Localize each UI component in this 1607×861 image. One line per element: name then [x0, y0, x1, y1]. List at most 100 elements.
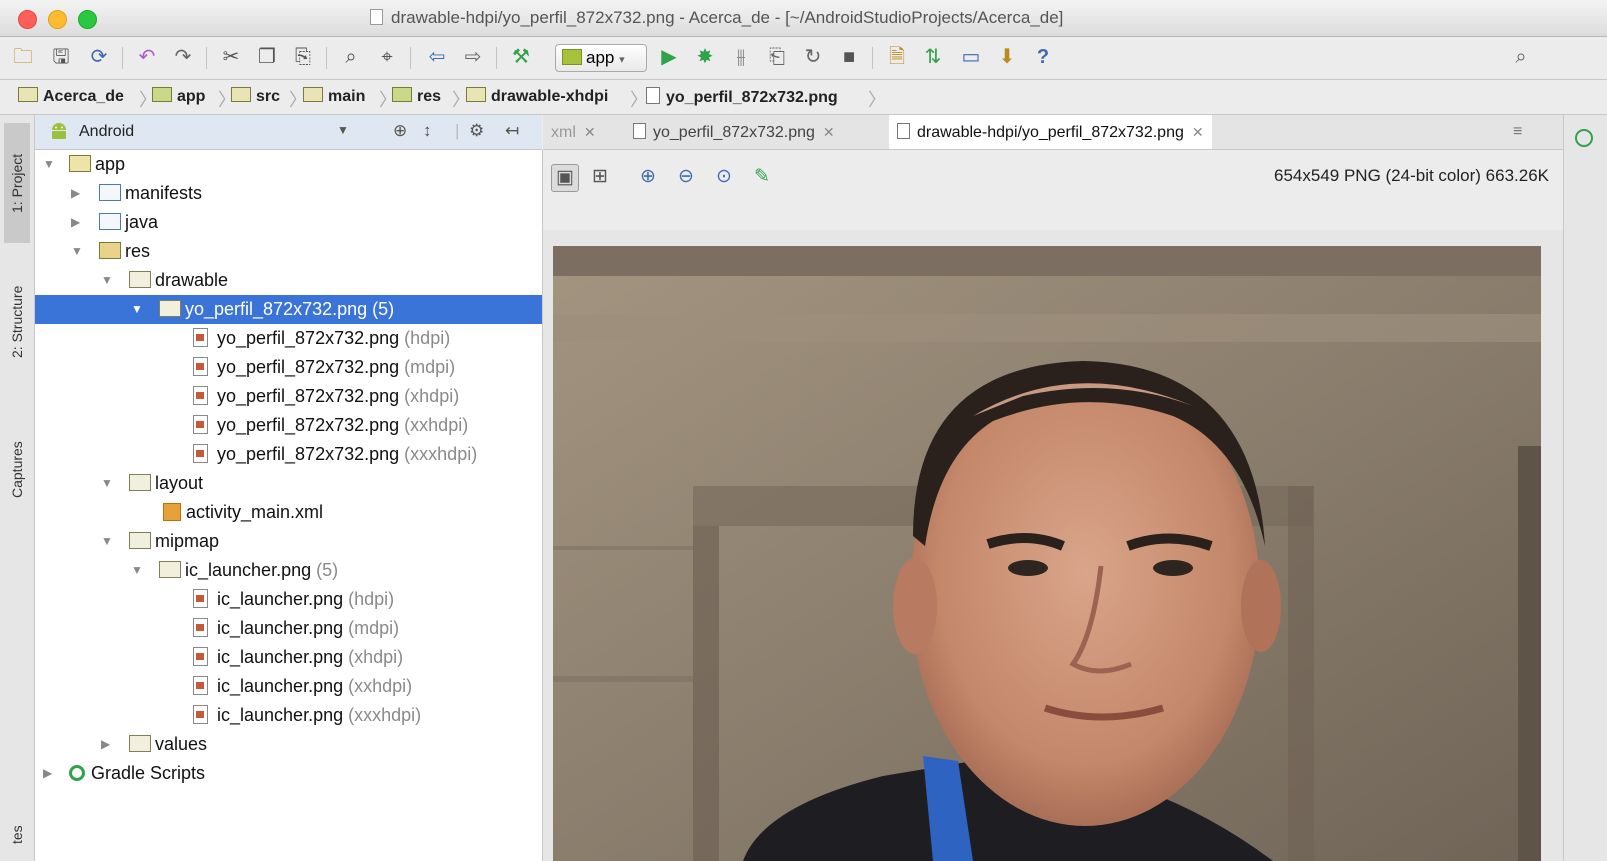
tab-drawable-hdpi-yo-perfil[interactable]: drawable-hdpi/yo_perfil_872x732.png ✕	[889, 115, 1212, 149]
document-icon	[370, 9, 383, 25]
hide-panel-icon[interactable]: ↤	[505, 121, 519, 141]
tree-node-file[interactable]: ic_launcher.png (xxhdpi)	[35, 672, 542, 701]
collapse-all-icon[interactable]: ↕	[423, 121, 432, 141]
tree-node-activity-main[interactable]: activity_main.xml	[35, 498, 542, 527]
breadcrumb-res[interactable]: res	[392, 87, 441, 107]
scroll-from-source-icon[interactable]: ⊕	[393, 121, 407, 141]
make-project-icon[interactable]: ⚒	[508, 45, 534, 69]
breadcrumb-project[interactable]: Acerca_de	[18, 87, 124, 107]
undo-icon[interactable]: ↶	[134, 45, 160, 69]
tree-node-java[interactable]: ▶ java	[35, 208, 542, 237]
collapsed-arrow-icon[interactable]: ▶	[71, 208, 80, 237]
stop-icon[interactable]: ■	[836, 45, 862, 69]
module-folder-icon	[152, 87, 172, 102]
tree-node-file[interactable]: ic_launcher.png (hdpi)	[35, 585, 542, 614]
zoom-window-button[interactable]	[78, 10, 97, 29]
color-picker-icon[interactable]: ✎	[749, 164, 775, 190]
chevron-right-icon: 〉	[868, 90, 886, 110]
navigation-breadcrumb: Acerca_de 〉 app 〉 src 〉 main 〉 res 〉 dra…	[0, 80, 1607, 115]
toggle-transparency-icon[interactable]: ▣	[551, 164, 579, 192]
zoom-in-icon[interactable]: ⊕	[635, 164, 661, 190]
expanded-arrow-icon[interactable]: ▼	[131, 295, 143, 324]
breadcrumb-main[interactable]: main	[303, 87, 365, 107]
close-tab-icon[interactable]: ✕	[584, 124, 596, 140]
tree-node-gradle-scripts[interactable]: ▶ Gradle Scripts	[35, 759, 542, 788]
breadcrumb-module[interactable]: app	[152, 87, 205, 107]
paste-icon[interactable]: ⎘	[290, 45, 316, 69]
chevron-down-icon[interactable]: ▼	[337, 123, 349, 137]
gradle-sync-icon[interactable]: ⇅	[920, 45, 946, 69]
breadcrumb-src[interactable]: src	[231, 87, 280, 107]
collapsed-arrow-icon[interactable]: ▶	[101, 730, 110, 759]
folder-icon	[303, 87, 323, 102]
project-tool-tab[interactable]: 1: Project	[4, 123, 30, 243]
device-monitor-icon[interactable]: ⬇	[994, 45, 1020, 69]
tree-node-mipmap[interactable]: ▼ mipmap	[35, 527, 542, 556]
sdk-manager-icon[interactable]: 🗎	[884, 45, 910, 69]
tab-list-icon[interactable]: ≡	[1505, 115, 1530, 149]
search-everywhere-icon[interactable]: ⌕	[1508, 45, 1534, 69]
breadcrumb-drawable-xhdpi[interactable]: drawable-xhdpi	[466, 87, 608, 107]
save-all-icon[interactable]: 🖫	[48, 45, 74, 69]
collapsed-arrow-icon[interactable]: ▶	[71, 179, 80, 208]
tree-node-file[interactable]: ic_launcher.png (xxxhdpi)	[35, 701, 542, 730]
tree-node-ic-launcher-group[interactable]: ▼ ic_launcher.png (5)	[35, 556, 542, 585]
tree-node-file[interactable]: yo_perfil_872x732.png (xxxhdpi)	[35, 440, 542, 469]
breadcrumb-file[interactable]: yo_perfil_872x732.png	[646, 87, 838, 107]
copy-icon[interactable]: ❐	[254, 45, 280, 69]
find-icon[interactable]: ⌕	[338, 45, 364, 69]
structure-tool-tab[interactable]: 2: Structure	[4, 259, 30, 385]
tab-yo-perfil[interactable]: yo_perfil_872x732.png ✕	[625, 115, 843, 149]
gear-icon[interactable]: ⚙	[469, 121, 484, 141]
avd-manager-icon[interactable]: ▭	[958, 45, 984, 69]
gradle-icon[interactable]	[1575, 129, 1593, 147]
expanded-arrow-icon[interactable]: ▼	[43, 150, 55, 179]
expanded-arrow-icon[interactable]: ▼	[101, 266, 113, 295]
tree-node-drawable[interactable]: ▼ drawable	[35, 266, 542, 295]
tree-node-file[interactable]: yo_perfil_872x732.png (xxhdpi)	[35, 411, 542, 440]
expanded-arrow-icon[interactable]: ▼	[131, 556, 143, 585]
toggle-grid-icon[interactable]: ⊞	[587, 164, 613, 190]
tree-node-layout[interactable]: ▼ layout	[35, 469, 542, 498]
captures-tool-tab[interactable]: Captures	[4, 415, 30, 525]
open-folder-icon[interactable]: 🗀	[10, 45, 36, 69]
redo-icon[interactable]: ↷	[170, 45, 196, 69]
cut-icon[interactable]: ✂	[218, 45, 244, 69]
help-icon[interactable]: ?	[1030, 45, 1056, 69]
run-icon[interactable]: ▶	[656, 45, 682, 69]
actual-size-icon[interactable]: ⊙	[711, 164, 737, 190]
collapsed-arrow-icon[interactable]: ▶	[43, 759, 52, 788]
close-tab-icon[interactable]: ✕	[1192, 124, 1204, 140]
expanded-arrow-icon[interactable]: ▼	[71, 237, 83, 266]
close-window-button[interactable]	[18, 10, 37, 29]
back-icon[interactable]: ⇦	[424, 45, 450, 69]
rerun-icon[interactable]: ↻	[800, 45, 826, 69]
tree-node-file[interactable]: ic_launcher.png (xhdpi)	[35, 643, 542, 672]
tree-node-res[interactable]: ▼ res	[35, 237, 542, 266]
android-module-icon	[562, 49, 582, 65]
close-tab-icon[interactable]: ✕	[823, 124, 835, 140]
zoom-out-icon[interactable]: ⊖	[673, 164, 699, 190]
tree-node-file[interactable]: yo_perfil_872x732.png (hdpi)	[35, 324, 542, 353]
project-view-selector[interactable]: Android	[79, 123, 134, 141]
tree-node-file[interactable]: yo_perfil_872x732.png (mdpi)	[35, 353, 542, 382]
image-canvas[interactable]	[543, 230, 1563, 861]
expanded-arrow-icon[interactable]: ▼	[101, 469, 113, 498]
tree-node-yo-perfil-group[interactable]: ▼ yo_perfil_872x732.png (5)	[35, 295, 542, 324]
tree-node-file[interactable]: ic_launcher.png (mdpi)	[35, 614, 542, 643]
tree-node-values[interactable]: ▶ values	[35, 730, 542, 759]
tree-node-file[interactable]: yo_perfil_872x732.png (xhdpi)	[35, 382, 542, 411]
debug-icon[interactable]: ✸	[692, 45, 718, 69]
tab-xml[interactable]: xml ✕	[543, 115, 604, 149]
tree-node-manifests[interactable]: ▶ manifests	[35, 179, 542, 208]
minimize-window-button[interactable]	[48, 10, 67, 29]
expanded-arrow-icon[interactable]: ▼	[101, 527, 113, 556]
sync-icon[interactable]: ⟳	[86, 45, 112, 69]
tree-node-app[interactable]: ▼ app	[35, 150, 542, 179]
attach-debugger-icon[interactable]: ⫵	[728, 45, 754, 69]
favorites-tool-tab[interactable]: tes	[4, 815, 30, 855]
forward-icon[interactable]: ⇨	[460, 45, 486, 69]
run-configuration-select[interactable]: app ▾	[555, 44, 647, 72]
apply-changes-icon[interactable]: ⎗	[764, 45, 790, 69]
replace-icon[interactable]: ⌖	[374, 45, 400, 69]
